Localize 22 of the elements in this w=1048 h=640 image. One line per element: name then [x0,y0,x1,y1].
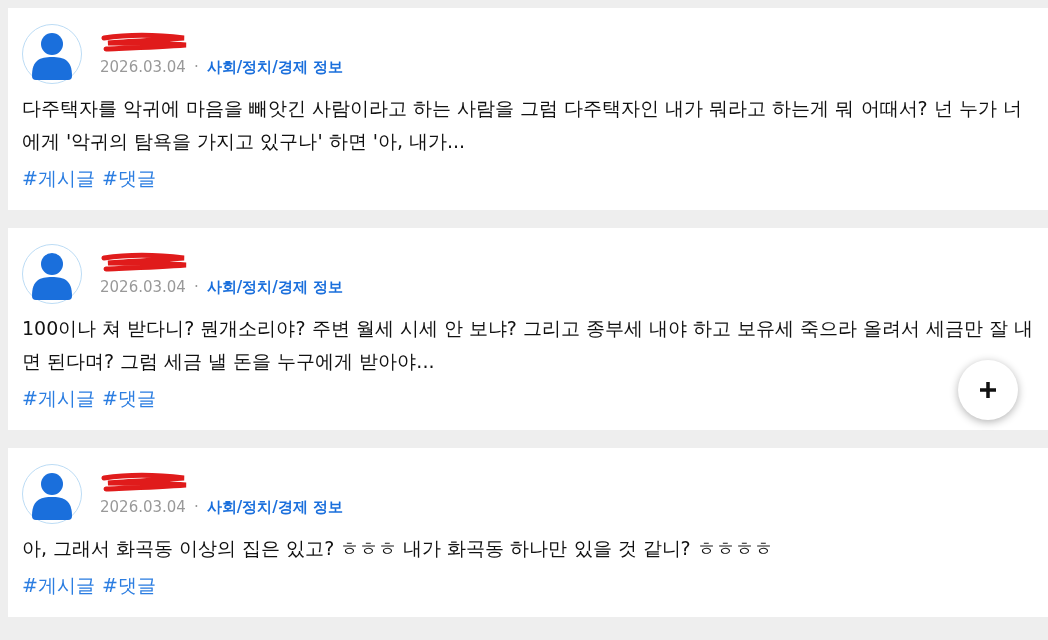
separator-dot: · [193,498,199,516]
hashtag-link[interactable]: #게시글 [22,166,95,192]
hashtag-link[interactable]: #게시글 [22,573,95,599]
hashtag-link[interactable]: #게시글 [22,386,95,412]
post-date: 2026.03.04 [100,498,186,516]
post-date: 2026.03.04 [100,58,186,76]
category-link[interactable]: 사회/정치/경제 정보 [206,57,343,77]
avatar-icon [22,244,82,304]
post-excerpt[interactable]: 100이나 쳐 받다니? 뭔개소리야? 주변 월세 시세 안 보냐? 그리고 종부세 내야 하고 보유세 죽으라 올려서 세금만 잘 내면 된다며? 그럼 세금 낼 돈을 누구에게 받아야... [22,312,1034,378]
post-excerpt[interactable]: 아, 그래서 화곡동 이상의 집은 있고? ㅎㅎㅎ 내가 화곡동 하나만 있을 것 같니? ㅎㅎㅎㅎ [22,532,1034,565]
hashtag-link[interactable]: #댓글 [101,386,156,412]
separator-dot: · [193,278,199,296]
hashtag-link[interactable]: #댓글 [101,166,156,192]
category-link[interactable]: 사회/정치/경제 정보 [206,277,343,297]
category-link[interactable]: 사회/정치/경제 정보 [206,497,343,517]
plus-icon [978,380,998,400]
avatar-icon [22,24,82,84]
post-excerpt[interactable]: 다주택자를 악귀에 마음을 빼앗긴 사람이라고 하는 사람을 그럼 다주택자인 내가 뭐라고 하는게 뭐 어때서? 넌 누가 너에게 '악귀의 탐욕을 가지고 있구나' 하면 '아, 내가... [22,92,1034,158]
separator-dot: · [193,58,199,76]
hashtag-link[interactable]: #댓글 [101,573,156,599]
avatar-icon [22,464,82,524]
post-date: 2026.03.04 [100,278,186,296]
